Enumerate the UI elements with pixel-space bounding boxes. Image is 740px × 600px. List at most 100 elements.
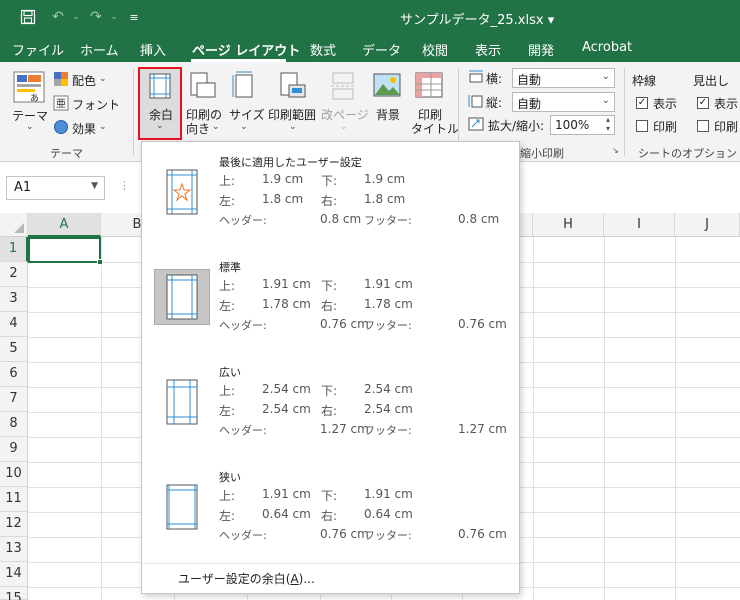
active-cell-a1[interactable] — [28, 237, 103, 265]
header-value: 0.76 cm — [320, 317, 369, 331]
height-icon — [468, 94, 484, 108]
customize-toolbar-icon[interactable]: ≡ — [124, 7, 144, 27]
effects-chevron-icon[interactable]: ⌄ — [99, 122, 107, 132]
height-select[interactable]: 自動 ⌄ — [512, 92, 615, 112]
select-all-corner[interactable] — [0, 213, 28, 237]
footer-value: 1.27 cm — [458, 422, 507, 436]
undo-dropdown-icon[interactable]: ⌄ — [66, 7, 86, 27]
fonts-icon: 亜 — [53, 95, 69, 111]
print-titles-label-2[interactable]: タイトル — [411, 120, 459, 137]
themes-icon[interactable]: あ — [12, 70, 46, 104]
footer-value: 0.76 cm — [458, 317, 507, 331]
effects-button[interactable]: 効果 — [72, 120, 96, 137]
gridlines-print-checkbox[interactable] — [636, 120, 648, 132]
row-header[interactable]: 10 — [0, 462, 28, 487]
width-select[interactable]: 自動 ⌄ — [512, 68, 615, 88]
gridlines-view-checkbox[interactable]: ✓ — [636, 97, 648, 109]
gridline — [675, 237, 676, 600]
column-header[interactable]: A — [28, 213, 101, 237]
custom-margins-menu-item[interactable]: ユーザー設定の余白(A)... — [178, 570, 315, 587]
tab-review[interactable]: 校閲 — [422, 40, 448, 59]
print-titles-icon[interactable] — [414, 71, 444, 101]
row-header[interactable]: 2 — [0, 262, 28, 287]
scale-up-icon[interactable]: ▴ — [606, 115, 610, 124]
row-header[interactable]: 5 — [0, 337, 28, 362]
tab-acrobat[interactable]: Acrobat — [582, 40, 632, 55]
fill-handle[interactable] — [97, 259, 103, 265]
height-dropdown-icon: ⌄ — [601, 95, 610, 106]
size-icon[interactable] — [232, 71, 256, 101]
print-area-chevron-icon[interactable]: ⌄ — [289, 122, 297, 132]
right-label: 右: — [321, 194, 338, 208]
print-area-icon[interactable] — [279, 71, 307, 101]
top-label: 上: — [219, 174, 236, 188]
footer-label: フッター: — [364, 424, 412, 437]
left-value: 2.54 cm — [262, 402, 311, 416]
tab-view[interactable]: 表示 — [475, 40, 501, 59]
row-header[interactable]: 15 — [0, 587, 28, 600]
top-label: 上: — [219, 489, 236, 503]
column-header[interactable]: H — [533, 213, 604, 237]
margin-option-name: 標準 — [219, 261, 241, 274]
margin-option-name: 狭い — [219, 471, 241, 484]
margin-option-normal[interactable]: 標準 上: 1.91 cm 下: 1.91 cm 左: 1.78 cm 右: 1… — [142, 251, 519, 351]
row-header[interactable]: 8 — [0, 412, 28, 437]
background-icon[interactable] — [372, 71, 402, 101]
scale-dialog-launcher-icon[interactable]: ↘ — [612, 146, 619, 155]
redo-dropdown-icon[interactable]: ⌄ — [104, 7, 124, 27]
tab-formulas[interactable]: 数式 — [310, 40, 336, 59]
margin-option-narrow[interactable]: 狭い 上: 1.91 cm 下: 1.91 cm 左: 0.64 cm 右: 0… — [142, 461, 519, 561]
margin-option-last-custom[interactable]: 最後に適用したユーザー設定 上: 1.9 cm 下: 1.9 cm 左: 1.8… — [142, 146, 519, 246]
tab-home[interactable]: ホーム — [80, 40, 119, 59]
size-chevron-icon[interactable]: ⌄ — [240, 122, 248, 132]
orientation-chevron-icon[interactable]: ⌄ — [212, 122, 220, 132]
row-header[interactable]: 6 — [0, 362, 28, 387]
margins-chevron-icon: ⌄ — [156, 121, 164, 131]
right-value: 2.54 cm — [364, 402, 413, 416]
fonts-chevron-icon[interactable]: ⌄ — [111, 98, 119, 108]
size-label[interactable]: サイズ — [229, 106, 265, 123]
bottom-label: 下: — [321, 279, 338, 293]
row-header[interactable]: 9 — [0, 437, 28, 462]
title-bar: ↶ ⌄ ↷ ⌄ ≡ サンプルデータ_25.xlsx ▾ — [0, 0, 740, 34]
headings-view-checkbox[interactable]: ✓ — [697, 97, 709, 109]
tab-data[interactable]: データ — [362, 40, 401, 59]
header-label: ヘッダー: — [219, 424, 267, 437]
orientation-icon[interactable] — [189, 71, 217, 101]
row-header[interactable]: 12 — [0, 512, 28, 537]
row-header[interactable]: 4 — [0, 312, 28, 337]
colors-chevron-icon[interactable]: ⌄ — [99, 74, 107, 84]
row-header[interactable]: 13 — [0, 537, 28, 562]
scale-spinner[interactable]: 100% ▴ ▾ — [550, 115, 615, 135]
tab-page-layout[interactable]: ページ レイアウト — [192, 40, 300, 59]
margin-option-wide[interactable]: 広い 上: 2.54 cm 下: 2.54 cm 左: 2.54 cm 右: 2… — [142, 356, 519, 456]
window-title[interactable]: サンプルデータ_25.xlsx ▾ — [400, 9, 554, 28]
top-label: 上: — [219, 384, 236, 398]
orientation-label-2[interactable]: 向き — [186, 120, 210, 137]
themes-chevron-icon[interactable]: ⌄ — [26, 122, 34, 132]
scale-down-icon[interactable]: ▾ — [606, 124, 610, 133]
save-icon[interactable] — [18, 7, 38, 27]
margins-button[interactable]: 余白 ⌄ — [138, 67, 182, 140]
tab-insert[interactable]: 挿入 — [140, 40, 166, 59]
row-header[interactable]: 14 — [0, 562, 28, 587]
scale-group-label: 縮小印刷 — [520, 147, 564, 160]
redo-icon[interactable]: ↷ — [86, 7, 106, 27]
row-header[interactable]: 3 — [0, 287, 28, 312]
gridline — [101, 237, 102, 600]
print-area-label[interactable]: 印刷範囲 — [268, 106, 316, 123]
width-value: 自動 — [517, 73, 542, 87]
row-header[interactable]: 7 — [0, 387, 28, 412]
row-header[interactable]: 11 — [0, 487, 28, 512]
column-header[interactable]: I — [604, 213, 675, 237]
name-box[interactable]: A1 ▼ — [6, 176, 105, 200]
column-header[interactable]: J — [675, 213, 740, 237]
tab-developer[interactable]: 開発 — [528, 40, 554, 59]
colors-button[interactable]: 配色 — [72, 72, 96, 89]
background-label[interactable]: 背景 — [376, 106, 400, 123]
row-header[interactable]: 1 — [0, 237, 28, 262]
tab-file[interactable]: ファイル — [12, 40, 64, 59]
undo-icon[interactable]: ↶ — [48, 7, 68, 27]
height-label: 縦: — [486, 96, 503, 110]
headings-print-checkbox[interactable] — [697, 120, 709, 132]
